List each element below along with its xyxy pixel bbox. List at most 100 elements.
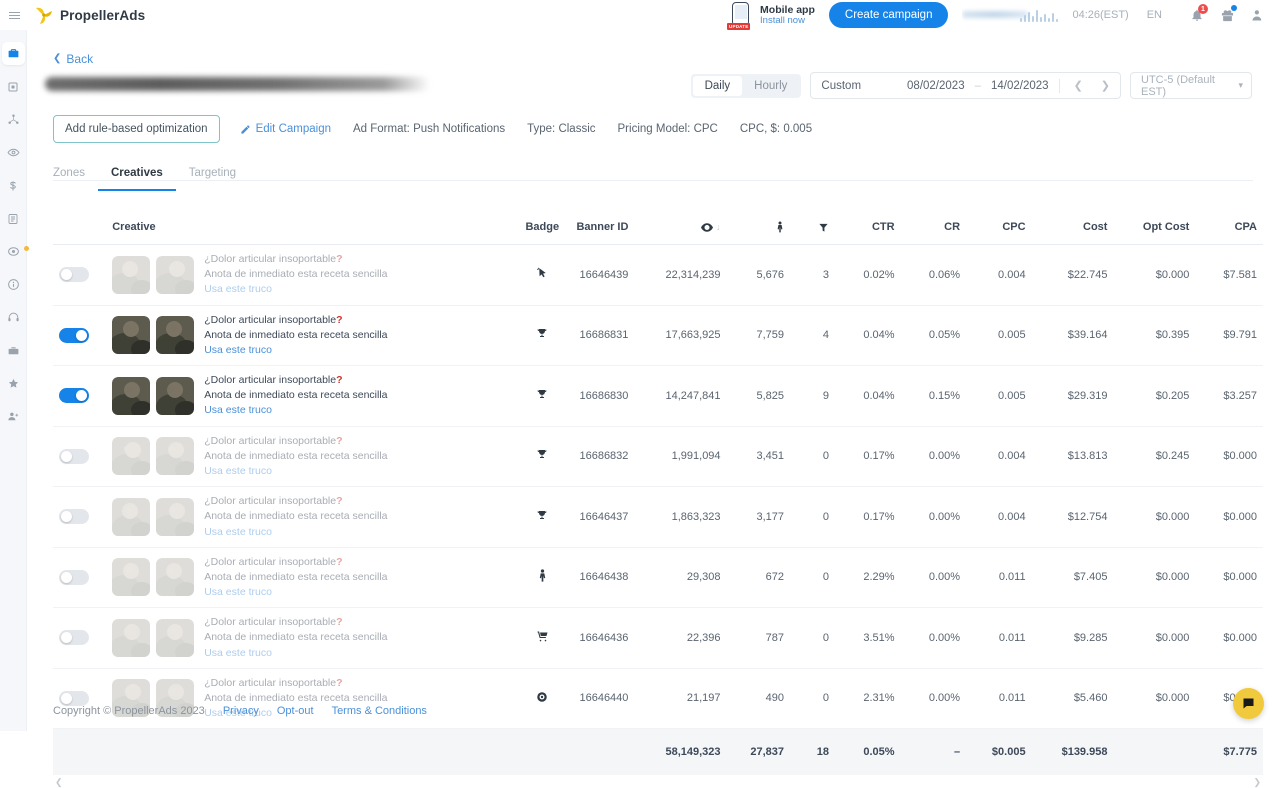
support-chat-button[interactable] — [1233, 688, 1264, 719]
click-icon — [538, 569, 547, 585]
creative-cta[interactable]: Usa este truco — [204, 404, 272, 416]
sidebar-item-finances[interactable] — [2, 174, 25, 197]
creative-thumbnail-icon — [112, 618, 151, 657]
cpa-cell: $7.581 — [1195, 244, 1263, 306]
mobile-app-install-link[interactable]: Install now — [760, 15, 815, 27]
col-conversions[interactable] — [790, 212, 836, 246]
table-row: ¿Dolor articular insoportable? Anota de i… — [53, 244, 1263, 306]
edit-campaign-link[interactable]: Edit Campaign — [240, 123, 331, 135]
date-range-picker[interactable]: Custom 08/02/2023 – 14/02/2023 ❮ ❯ — [810, 72, 1121, 99]
cpa-cell: $3.257 — [1195, 365, 1263, 427]
creative-status-toggle[interactable] — [59, 569, 89, 585]
tab-targeting[interactable]: Targeting — [176, 161, 249, 191]
creative-status-toggle[interactable] — [59, 630, 89, 646]
table-row: ¿Dolor articular insoportable? Anota de i… — [53, 365, 1263, 427]
propellerads-logo-icon — [33, 4, 55, 26]
impressions-cell: 1,991,094 — [634, 426, 727, 488]
totals-spacer — [53, 728, 107, 775]
notifications-button[interactable]: 1 — [1182, 0, 1212, 30]
cpc-cell: 0.005 — [966, 305, 1032, 367]
create-campaign-button[interactable]: Create campaign — [828, 2, 949, 28]
sidebar-item-zones[interactable] — [2, 141, 25, 164]
totals-cost: $139.958 — [1031, 728, 1114, 775]
brand-logo-area[interactable]: PropellerAds — [33, 4, 145, 26]
sidebar-item-reports[interactable] — [2, 207, 25, 230]
granularity-hourly[interactable]: Hourly — [742, 76, 799, 96]
creative-title: ¿Dolor articular insoportable? — [204, 616, 343, 629]
table-row: ¿Dolor articular insoportable? Anota de i… — [53, 486, 1263, 548]
col-impressions[interactable]: ↓ — [634, 212, 727, 246]
footer-link-privacy[interactable]: Privacy — [223, 705, 259, 717]
creative-thumbnail-image — [156, 437, 195, 476]
creative-status-toggle[interactable] — [59, 509, 89, 525]
timezone-select[interactable]: UTC-5 (Default EST) ▾ — [1130, 72, 1252, 99]
sidebar-item-audiences[interactable] — [2, 108, 25, 131]
sidebar-item-help[interactable] — [2, 273, 25, 296]
col-ctr[interactable]: CTR — [835, 212, 901, 246]
col-cpa[interactable]: CPA — [1195, 212, 1263, 246]
chevron-left-icon: ❮ — [53, 53, 62, 64]
sidebar-item-tools[interactable] — [2, 339, 25, 362]
creative-cta[interactable]: Usa este truco — [204, 647, 272, 659]
totals-spacer-creative — [106, 728, 516, 775]
creative-cta[interactable]: Usa este truco — [204, 465, 272, 477]
ctr-cell: 0.04% — [835, 365, 901, 427]
tab-zones[interactable]: Zones — [53, 161, 98, 191]
cost-cell: $7.405 — [1031, 547, 1114, 609]
cr-cell: 0.00% — [900, 668, 967, 730]
sidebar — [0, 30, 29, 731]
account-balance-hidden — [962, 7, 1059, 23]
back-link[interactable]: ❮ Back — [53, 52, 93, 66]
clicks-cell: 3,177 — [726, 486, 790, 548]
col-cost[interactable]: Cost — [1031, 212, 1114, 246]
creative-status-toggle[interactable] — [59, 690, 89, 706]
chevron-left-icon[interactable]: ❮ — [1070, 79, 1087, 92]
col-banner-id[interactable]: Banner ID — [568, 212, 635, 246]
col-cpc[interactable]: CPC — [966, 212, 1032, 246]
language-selector[interactable]: EN — [1147, 9, 1162, 21]
date-divider — [1058, 78, 1060, 93]
sidebar-item-statistics[interactable] — [2, 75, 25, 98]
gift-icon[interactable] — [1212, 0, 1242, 30]
cpa-cell: $0.000 — [1195, 547, 1263, 609]
tab-creatives[interactable]: Creatives — [97, 161, 176, 191]
col-clicks[interactable] — [726, 212, 790, 246]
sidebar-item-favorites[interactable] — [2, 372, 25, 395]
banner-id-cell: 16646438 — [568, 547, 635, 609]
sidebar-item-support[interactable] — [2, 306, 25, 329]
sidebar-item-referrals[interactable] — [2, 405, 25, 428]
cr-cell: 0.00% — [900, 607, 967, 669]
creative-cta[interactable]: Usa este truco — [204, 344, 272, 356]
creative-status-toggle[interactable] — [59, 448, 89, 464]
creative-status-toggle[interactable] — [59, 388, 89, 404]
funnel-icon — [818, 221, 829, 233]
horizontal-scrollbar[interactable]: ❮ ❯ — [53, 777, 1263, 787]
col-creative[interactable]: Creative — [106, 212, 516, 246]
creative-cta[interactable]: Usa este truco — [204, 526, 272, 538]
footer-link-terms[interactable]: Terms & Conditions — [332, 705, 427, 717]
creative-status-toggle[interactable] — [59, 267, 89, 283]
scroll-left-arrow[interactable]: ❮ — [55, 777, 63, 788]
creative-status-toggle[interactable] — [59, 327, 89, 343]
ctr-cell: 0.17% — [835, 486, 901, 548]
badge-cell — [515, 607, 569, 669]
sidebar-item-campaigns[interactable] — [1, 42, 25, 65]
creative-cta[interactable]: Usa este truco — [204, 586, 272, 598]
banner-id-cell: 16646439 — [568, 244, 635, 306]
add-rule-based-optimization-button[interactable]: Add rule-based optimization — [53, 115, 220, 143]
scroll-right-arrow[interactable]: ❯ — [1253, 777, 1261, 788]
granularity-daily[interactable]: Daily — [692, 75, 743, 96]
chevron-right-icon[interactable]: ❯ — [1097, 79, 1114, 92]
creative-cta[interactable]: Usa este truco — [204, 283, 272, 295]
footer-link-opt-out[interactable]: Opt-out — [277, 705, 314, 717]
user-account-button[interactable] — [1242, 0, 1272, 30]
back-label: Back — [66, 51, 94, 66]
col-badge[interactable]: Badge — [515, 212, 569, 246]
hamburger-icon[interactable] — [0, 11, 28, 19]
col-opt-cost[interactable]: Opt Cost — [1113, 212, 1196, 246]
col-cr[interactable]: CR — [900, 212, 967, 246]
sidebar-item-tracking[interactable] — [2, 240, 29, 263]
row-toggle-cell — [53, 305, 107, 367]
mobile-app-promo[interactable]: UPDATE Mobile app Install now — [727, 0, 815, 30]
banner-id-cell: 16646437 — [568, 486, 635, 548]
